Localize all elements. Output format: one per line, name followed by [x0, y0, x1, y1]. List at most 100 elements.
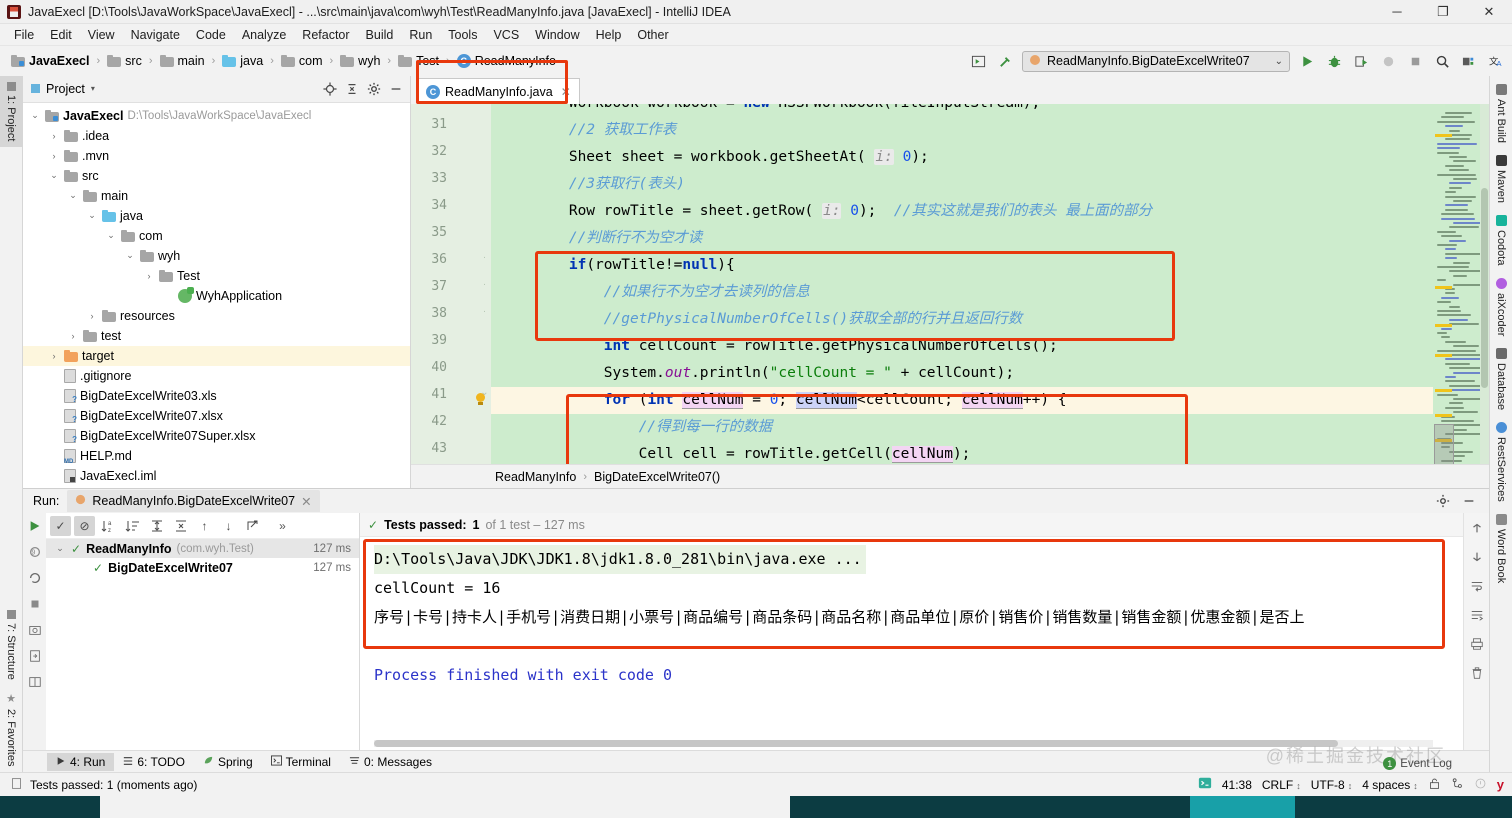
editor-breadcrumb-method[interactable]: BigDateExcelWrite07() — [594, 470, 720, 484]
tool-button-todo[interactable]: 6: TODO — [114, 753, 194, 771]
run-configuration-selector[interactable]: ReadManyInfo.BigDateExcelWrite07 ⌄ — [1022, 50, 1290, 72]
menu-item-other[interactable]: Other — [629, 26, 676, 44]
run-button[interactable] — [1297, 51, 1317, 71]
notifications-icon[interactable] — [1474, 777, 1487, 793]
code-line[interactable]: //getPhysicalNumberOfCells()获取全部的行并且返回行数 — [491, 306, 1433, 333]
debug-button[interactable] — [1324, 51, 1344, 71]
caret-position[interactable]: 41:38 — [1222, 778, 1252, 792]
code-line[interactable]: Row rowTitle = sheet.getRow( i: 0); //其实… — [491, 198, 1433, 225]
expand-arrow-icon[interactable]: ⌄ — [54, 543, 66, 554]
tree-item[interactable]: › target — [23, 345, 410, 366]
layout-icon[interactable] — [28, 675, 42, 692]
breadcrumb-item-project[interactable]: JavaExecl — [8, 53, 92, 69]
code-line[interactable]: //如果行不为空才去读列的信息 — [491, 279, 1433, 306]
rerun-failed-icon[interactable]: 9 — [28, 545, 42, 562]
warning-marker[interactable] — [1435, 324, 1452, 327]
breadcrumb-item-src[interactable]: src — [104, 53, 145, 69]
code-lines[interactable]: Workbook workbook = new HSSFWorkbook(fil… — [491, 104, 1433, 464]
git-branch-icon[interactable] — [1451, 777, 1464, 793]
sort-alphabetically-icon[interactable]: az — [98, 516, 119, 536]
tree-item[interactable]: › .mvn — [23, 146, 410, 166]
clear-all-icon[interactable] — [1470, 666, 1484, 683]
project-tree[interactable]: ⌄ JavaExecl D:\Tools\JavaWorkSpace\JavaExe… — [23, 103, 410, 488]
sidebar-item-favorites[interactable]: ★ 2: Favorites — [0, 686, 22, 772]
tree-item[interactable]: › resources — [23, 306, 410, 326]
menu-item-vcs[interactable]: VCS — [485, 26, 527, 44]
expand-arrow-icon[interactable]: › — [48, 131, 60, 141]
menu-item-file[interactable]: File — [6, 26, 42, 44]
event-log-button[interactable]: 1 Event Log — [1383, 757, 1452, 770]
show-ignored-icon[interactable]: ⊘ — [74, 515, 95, 536]
sidebar-item-project[interactable]: 1: Project — [0, 76, 22, 148]
code-line[interactable]: Sheet sheet = workbook.getSheetAt( i: 0)… — [491, 144, 1433, 171]
tree-item[interactable]: ⌄ src — [23, 166, 410, 186]
editor-minimap[interactable] — [1433, 104, 1489, 464]
scroll-down-icon[interactable] — [1470, 550, 1484, 567]
show-passed-icon[interactable]: ✓ — [50, 515, 71, 536]
expand-arrow-icon[interactable]: ⌄ — [29, 110, 41, 121]
code-fold-marker[interactable]: · — [479, 306, 490, 317]
code-line[interactable]: //3获取行(表头) — [491, 171, 1433, 198]
expand-arrow-icon[interactable]: › — [48, 351, 60, 361]
menu-item-analyze[interactable]: Analyze — [234, 26, 294, 44]
editor-gutter[interactable]: 30313233343536·37·38·394041⌄424344 — [411, 104, 491, 464]
menu-item-navigate[interactable]: Navigate — [123, 26, 188, 44]
expand-arrow-icon[interactable]: ⌄ — [67, 190, 79, 201]
indent-setting[interactable]: 4 spaces — [1362, 778, 1418, 792]
tool-button-run[interactable]: 4: Run — [47, 752, 115, 771]
code-line[interactable]: System.out.println("cellCount = " + cell… — [491, 360, 1433, 387]
lock-icon[interactable] — [1428, 777, 1441, 793]
soft-wrap-icon[interactable] — [1470, 579, 1484, 596]
rerun-icon[interactable] — [28, 519, 42, 536]
breadcrumb-item-test[interactable]: Test — [395, 53, 442, 69]
expand-arrow-icon[interactable]: › — [143, 271, 155, 281]
translate-icon[interactable]: 文A — [1486, 51, 1506, 71]
code-line[interactable]: for (int cellNum = 0; cellNum<cellCount;… — [491, 387, 1433, 414]
sidebar-item-database[interactable]: Database — [1495, 347, 1507, 410]
menu-item-run[interactable]: Run — [401, 26, 440, 44]
tree-item[interactable]: › .idea — [23, 126, 410, 146]
stop-icon[interactable] — [28, 597, 42, 614]
export-icon[interactable] — [28, 649, 42, 666]
open-in-terminal-icon[interactable] — [968, 51, 988, 71]
tree-item[interactable]: BigDateExcelWrite03.xls — [23, 386, 410, 406]
file-encoding[interactable]: UTF-8 — [1311, 778, 1353, 792]
minimize-button[interactable]: ─ — [1374, 0, 1420, 23]
sidebar-item-restservices[interactable]: RestServices — [1495, 422, 1507, 502]
prev-failed-icon[interactable]: ↑ — [194, 516, 215, 536]
collapse-all-icon[interactable] — [170, 516, 191, 536]
expand-all-icon[interactable] — [146, 516, 167, 536]
sidebar-item-aixcoder[interactable]: aiXcoder — [1495, 277, 1507, 336]
editor-scrollbar[interactable] — [1480, 104, 1489, 464]
console-output[interactable]: D:\Tools\Java\JDK\JDK1.8\jdk1.8.0_281\bi… — [360, 537, 1463, 750]
close-icon[interactable]: ✕ — [561, 85, 571, 99]
code-line[interactable]: int cellCount = rowTitle.getPhysicalNumb… — [491, 333, 1433, 360]
test-tree-item[interactable]: ✓ BigDateExcelWrite07 127 ms — [46, 558, 359, 577]
sidebar-item-structure[interactable]: 7: Structure — [0, 604, 22, 686]
next-failed-icon[interactable]: ↓ — [218, 516, 239, 536]
breadcrumb-item-main[interactable]: main — [157, 53, 208, 69]
code-fold-marker[interactable]: · — [479, 279, 490, 290]
maximize-button[interactable]: ❐ — [1420, 0, 1466, 23]
print-icon[interactable] — [1470, 637, 1484, 654]
run-settings-gear-icon[interactable] — [1433, 491, 1453, 511]
collapse-all-icon[interactable] — [342, 79, 362, 99]
breadcrumb-item-readmanyinfo[interactable]: ReadManyInfo — [454, 53, 559, 69]
editor-breadcrumb-class[interactable]: ReadManyInfo — [495, 470, 576, 484]
scroll-to-end-icon[interactable] — [1470, 608, 1484, 625]
tree-item[interactable]: BigDateExcelWrite07Super.xlsx — [23, 426, 410, 446]
tree-item[interactable]: HELP.md — [23, 446, 410, 466]
expand-arrow-icon[interactable]: ⌄ — [105, 230, 117, 241]
tree-item[interactable]: ⌄ java — [23, 206, 410, 226]
breadcrumb-item-java[interactable]: java — [219, 53, 266, 69]
export-results-icon[interactable] — [242, 516, 263, 536]
console-horizontal-scrollbar[interactable] — [374, 740, 1433, 747]
expand-arrow-icon[interactable]: ⌄ — [86, 210, 98, 221]
tree-item[interactable]: ⌄ wyh — [23, 246, 410, 266]
expand-arrow-icon[interactable]: › — [67, 331, 79, 341]
tree-item[interactable]: mvnw — [23, 486, 410, 488]
menu-item-edit[interactable]: Edit — [42, 26, 80, 44]
test-tree[interactable]: ⌄ ✓ ReadManyInfo (com.wyh.Test) 127 ms ✓ BigDa… — [46, 539, 359, 750]
line-separator[interactable]: CRLF — [1262, 778, 1301, 792]
tree-item[interactable]: ⌄ JavaExecl D:\Tools\JavaWorkSpace\JavaExe… — [23, 106, 410, 126]
